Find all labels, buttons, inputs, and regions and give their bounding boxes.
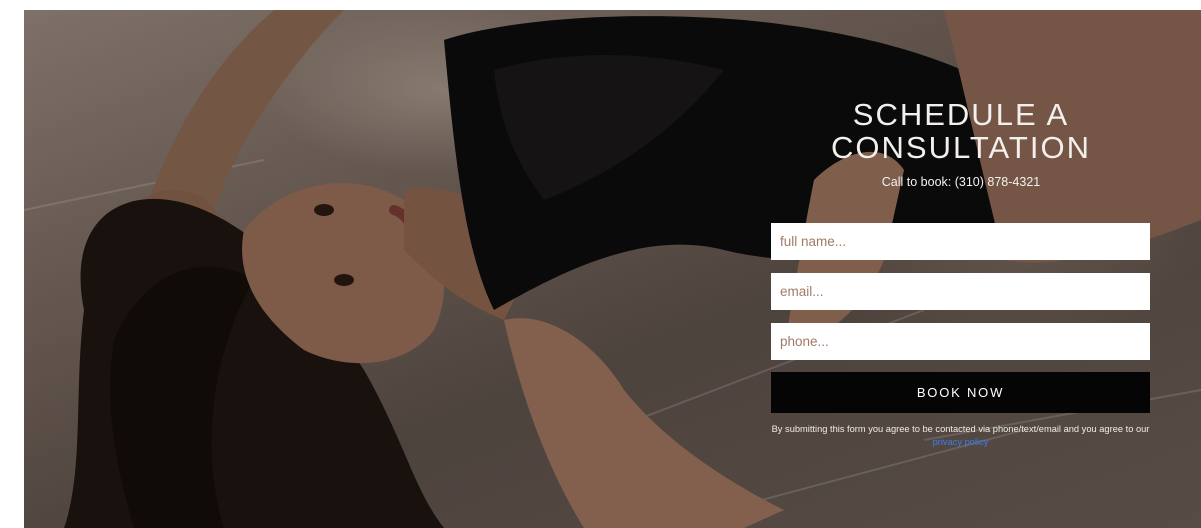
privacy-policy-link[interactable]: privacy policy bbox=[933, 437, 989, 447]
phone-input[interactable] bbox=[771, 323, 1150, 360]
form-title: SCHEDULE A CONSULTATION bbox=[771, 98, 1151, 164]
form-disclaimer: By submitting this form you agree to be … bbox=[765, 423, 1156, 449]
dark-overlay bbox=[24, 10, 1201, 528]
email-input[interactable] bbox=[771, 273, 1150, 310]
title-line-2: CONSULTATION bbox=[831, 130, 1091, 165]
title-line-1: SCHEDULE A bbox=[852, 97, 1070, 132]
full-name-input[interactable] bbox=[771, 223, 1150, 260]
consultation-form: SCHEDULE A CONSULTATION Call to book: (3… bbox=[771, 98, 1151, 447]
call-to-book-text: Call to book: (310) 878-4321 bbox=[881, 175, 1041, 189]
disclaimer-text: By submitting this form you agree to be … bbox=[771, 424, 1150, 434]
book-now-button[interactable]: BOOK NOW bbox=[771, 372, 1150, 413]
hero-section: SCHEDULE A CONSULTATION Call to book: (3… bbox=[24, 10, 1201, 528]
